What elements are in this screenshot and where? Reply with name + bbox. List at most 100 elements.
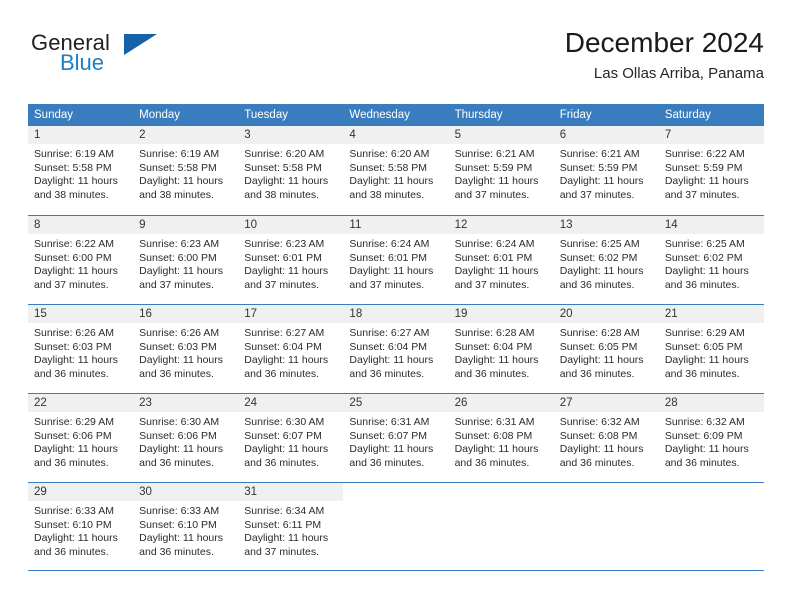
day-details: Sunrise: 6:21 AM Sunset: 5:59 PM Daylight:… xyxy=(449,144,554,202)
daylight-text-line1: Daylight: 11 hours xyxy=(454,354,539,367)
sunrise-text: Sunrise: 6:31 AM xyxy=(454,416,535,428)
day-number xyxy=(448,483,554,501)
calendar-day-cell[interactable]: 22 Sunrise: 6:29 AM Sunset: 6:06 PM Dayligh… xyxy=(28,394,134,482)
sunrise-text: Sunrise: 6:33 AM xyxy=(34,505,114,517)
daylight-text-line1: Daylight: 11 hours xyxy=(664,443,749,456)
calendar-day-cell[interactable]: 2 Sunrise: 6:19 AM Sunset: 5:58 PM Daylight… xyxy=(133,126,239,215)
page-subtitle: Las Ollas Arriba, Panama xyxy=(593,65,764,82)
calendar-day-cell[interactable]: 27 Sunrise: 6:32 AM Sunset: 6:08 PM Dayligh… xyxy=(553,394,659,482)
calendar-day-cell[interactable]: 1 Sunrise: 6:19 AM Sunset: 5:58 PM Daylight… xyxy=(28,126,134,215)
day-details: Sunrise: 6:27 AM Sunset: 6:04 PM Daylight:… xyxy=(238,323,343,381)
calendar-day-cell[interactable]: 20 Sunrise: 6:28 AM Sunset: 6:05 PM Dayligh… xyxy=(553,305,659,393)
weekday-header-row: Sunday Monday Tuesday Wednesday Thursday… xyxy=(28,104,764,126)
calendar-day-cell[interactable]: 9 Sunrise: 6:23 AM Sunset: 6:00 PM Daylight… xyxy=(133,216,239,304)
calendar-day-cell[interactable]: 12 Sunrise: 6:24 AM Sunset: 6:01 PM Dayligh… xyxy=(448,216,554,304)
sunset-text: Sunset: 6:00 PM xyxy=(34,251,112,264)
sunrise-text: Sunrise: 6:24 AM xyxy=(454,238,535,250)
calendar-week-row: 22 Sunrise: 6:29 AM Sunset: 6:06 PM Dayligh… xyxy=(28,393,764,482)
calendar-day-cell[interactable]: 28 Sunrise: 6:32 AM Sunset: 6:09 PM Dayligh… xyxy=(658,394,764,482)
sunset-text: Sunset: 5:58 PM xyxy=(139,161,217,174)
daylight-text-line1: Daylight: 11 hours xyxy=(34,532,118,545)
calendar-day-cell[interactable]: 31 Sunrise: 6:34 AM Sunset: 6:11 PM Dayligh… xyxy=(238,483,344,570)
calendar-day-cell[interactable]: 16 Sunrise: 6:26 AM Sunset: 6:03 PM Dayligh… xyxy=(133,305,239,393)
calendar-day-cell[interactable]: 24 Sunrise: 6:30 AM Sunset: 6:07 PM Dayligh… xyxy=(238,394,344,482)
general-blue-logo[interactable]: General Blue xyxy=(28,30,238,92)
daylight-text-line2: and 36 minutes. xyxy=(139,545,214,558)
calendar-day-cell[interactable]: 19 Sunrise: 6:28 AM Sunset: 6:04 PM Dayligh… xyxy=(448,305,554,393)
calendar-day-cell[interactable]: 21 Sunrise: 6:29 AM Sunset: 6:05 PM Dayligh… xyxy=(658,305,764,393)
day-number: 23 xyxy=(133,394,239,412)
sunset-text: Sunset: 6:09 PM xyxy=(664,429,743,442)
sunset-text: Sunset: 5:58 PM xyxy=(34,161,112,174)
daylight-text-line1: Daylight: 11 hours xyxy=(244,532,329,545)
daylight-text-line1: Daylight: 11 hours xyxy=(559,443,644,456)
day-details: Sunrise: 6:19 AM Sunset: 5:58 PM Daylight:… xyxy=(28,144,133,202)
daylight-text-line2: and 37 minutes. xyxy=(664,188,740,201)
daylight-text-line2: and 38 minutes. xyxy=(349,188,425,201)
calendar-grid: Sunday Monday Tuesday Wednesday Thursday… xyxy=(28,104,764,571)
sunset-text: Sunset: 5:59 PM xyxy=(454,161,533,174)
sunrise-text: Sunrise: 6:26 AM xyxy=(34,327,114,339)
calendar-day-cell[interactable]: 15 Sunrise: 6:26 AM Sunset: 6:03 PM Dayligh… xyxy=(28,305,134,393)
calendar-day-cell[interactable]: 25 Sunrise: 6:31 AM Sunset: 6:07 PM Dayligh… xyxy=(343,394,449,482)
sunset-text: Sunset: 6:01 PM xyxy=(349,251,428,264)
day-number: 15 xyxy=(28,305,134,323)
day-number: 21 xyxy=(658,305,764,323)
day-number: 22 xyxy=(28,394,134,412)
day-number: 5 xyxy=(448,126,554,144)
day-number: 20 xyxy=(553,305,659,323)
sunrise-text: Sunrise: 6:24 AM xyxy=(349,238,430,250)
calendar-day-cell[interactable]: 17 Sunrise: 6:27 AM Sunset: 6:04 PM Dayligh… xyxy=(238,305,344,393)
calendar-day-cell[interactable]: 7 Sunrise: 6:22 AM Sunset: 5:59 PM Daylight… xyxy=(658,126,764,215)
calendar-day-cell[interactable]: 10 Sunrise: 6:23 AM Sunset: 6:01 PM Dayligh… xyxy=(238,216,344,304)
daylight-text-line2: and 36 minutes. xyxy=(34,456,109,469)
calendar-day-cell[interactable]: 6 Sunrise: 6:21 AM Sunset: 5:59 PM Daylight… xyxy=(553,126,659,215)
daylight-text-line2: and 38 minutes. xyxy=(244,188,319,201)
sunrise-text: Sunrise: 6:33 AM xyxy=(139,505,220,517)
daylight-text-line2: and 37 minutes. xyxy=(34,278,109,291)
calendar-day-cell[interactable]: 14 Sunrise: 6:25 AM Sunset: 6:02 PM Dayligh… xyxy=(658,216,764,304)
daylight-text-line1: Daylight: 11 hours xyxy=(244,175,329,188)
calendar-day-cell-empty xyxy=(658,483,764,570)
calendar-weeks: 1 Sunrise: 6:19 AM Sunset: 5:58 PM Daylight… xyxy=(28,126,764,571)
calendar-day-cell[interactable]: 8 Sunrise: 6:22 AM Sunset: 6:00 PM Daylight… xyxy=(28,216,134,304)
sunrise-text: Sunrise: 6:25 AM xyxy=(559,238,640,250)
day-number: 29 xyxy=(28,483,134,501)
calendar-day-cell[interactable]: 3 Sunrise: 6:20 AM Sunset: 5:58 PM Daylight… xyxy=(238,126,344,215)
daylight-text-line2: and 36 minutes. xyxy=(664,367,740,380)
day-details: Sunrise: 6:27 AM Sunset: 6:04 PM Daylight:… xyxy=(343,323,448,381)
sunset-text: Sunset: 6:06 PM xyxy=(34,429,112,442)
calendar-week-row: 8 Sunrise: 6:22 AM Sunset: 6:00 PM Daylight… xyxy=(28,215,764,304)
day-number: 4 xyxy=(343,126,449,144)
day-details: Sunrise: 6:22 AM Sunset: 5:59 PM Daylight:… xyxy=(659,144,764,202)
sunrise-text: Sunrise: 6:22 AM xyxy=(664,148,745,160)
sunrise-text: Sunrise: 6:27 AM xyxy=(349,327,430,339)
calendar-day-cell[interactable]: 23 Sunrise: 6:30 AM Sunset: 6:06 PM Dayligh… xyxy=(133,394,239,482)
sunset-text: Sunset: 6:10 PM xyxy=(139,518,217,531)
sunset-text: Sunset: 6:02 PM xyxy=(559,251,638,264)
daylight-text-line1: Daylight: 11 hours xyxy=(664,265,749,278)
calendar-day-cell[interactable]: 11 Sunrise: 6:24 AM Sunset: 6:01 PM Dayligh… xyxy=(343,216,449,304)
daylight-text-line2: and 37 minutes. xyxy=(454,188,530,201)
daylight-text-line2: and 36 minutes. xyxy=(34,367,109,380)
calendar-day-cell[interactable]: 5 Sunrise: 6:21 AM Sunset: 5:59 PM Daylight… xyxy=(448,126,554,215)
day-number: 6 xyxy=(553,126,659,144)
weekday-header-friday: Friday xyxy=(559,109,592,121)
sunset-text: Sunset: 6:04 PM xyxy=(454,340,533,353)
sunrise-text: Sunrise: 6:32 AM xyxy=(559,416,640,428)
sunset-text: Sunset: 5:58 PM xyxy=(244,161,322,174)
daylight-text-line2: and 36 minutes. xyxy=(559,367,635,380)
daylight-text-line2: and 37 minutes. xyxy=(244,278,319,291)
sunset-text: Sunset: 6:11 PM xyxy=(244,518,322,531)
day-details xyxy=(659,501,764,505)
day-details: Sunrise: 6:20 AM Sunset: 5:58 PM Daylight:… xyxy=(343,144,448,202)
daylight-text-line1: Daylight: 11 hours xyxy=(34,443,118,456)
calendar-day-cell[interactable]: 4 Sunrise: 6:20 AM Sunset: 5:58 PM Daylight… xyxy=(343,126,449,215)
calendar-day-cell[interactable]: 30 Sunrise: 6:33 AM Sunset: 6:10 PM Dayligh… xyxy=(133,483,239,570)
sunrise-text: Sunrise: 6:31 AM xyxy=(349,416,430,428)
weekday-header-tuesday: Tuesday xyxy=(244,109,288,121)
calendar-day-cell[interactable]: 13 Sunrise: 6:25 AM Sunset: 6:02 PM Dayligh… xyxy=(553,216,659,304)
calendar-day-cell[interactable]: 26 Sunrise: 6:31 AM Sunset: 6:08 PM Dayligh… xyxy=(448,394,554,482)
calendar-day-cell[interactable]: 29 Sunrise: 6:33 AM Sunset: 6:10 PM Dayligh… xyxy=(28,483,134,570)
calendar-day-cell[interactable]: 18 Sunrise: 6:27 AM Sunset: 6:04 PM Dayligh… xyxy=(343,305,449,393)
